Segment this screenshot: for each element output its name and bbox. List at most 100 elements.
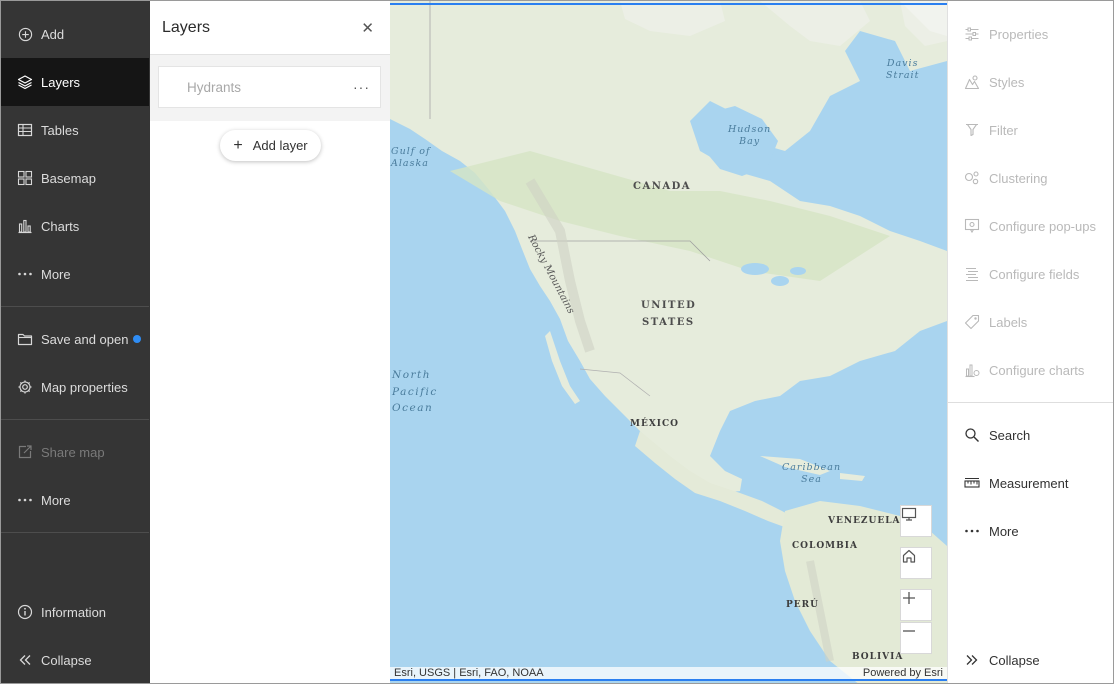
action-collapse[interactable]: Collapse <box>948 636 1113 683</box>
action-label: Styles <box>989 74 1025 90</box>
unsaved-indicator-badge <box>133 335 141 343</box>
ellipsis-icon <box>17 266 33 282</box>
action-more[interactable]: More <box>948 507 1113 555</box>
home-button[interactable] <box>900 547 932 579</box>
layers-panel-body <box>150 121 390 683</box>
nav-item-label: Collapse <box>41 652 92 668</box>
action-configure-popups[interactable]: Configure pop-ups <box>948 202 1113 250</box>
nav-item-more[interactable]: More <box>1 250 149 298</box>
attribution-sources[interactable]: Esri, USGS | Esri, FAO, NOAA <box>394 667 544 679</box>
nav-item-label: Map properties <box>41 379 128 395</box>
map-focus-border-bottom <box>390 679 947 681</box>
add-layer-button[interactable]: + Add layer <box>220 130 321 161</box>
action-label: More <box>989 523 1019 539</box>
clustering-icon <box>964 170 980 186</box>
map-label-north-pacific: North Pacific Ocean <box>392 367 438 417</box>
action-label: Properties <box>989 26 1049 42</box>
nav-item-basemap[interactable]: Basemap <box>1 154 149 202</box>
map-label-mexico: MÉXICO <box>630 419 680 429</box>
nav-item-label: More <box>41 492 71 508</box>
label-icon <box>964 314 980 330</box>
action-properties[interactable]: Properties <box>948 10 1113 58</box>
nav-item-information[interactable]: Information <box>1 588 149 636</box>
map-label-davis-line1: Davis <box>886 58 919 69</box>
ellipsis-icon <box>17 492 33 508</box>
action-filter[interactable]: Filter <box>948 106 1113 154</box>
sliders-icon <box>964 26 980 42</box>
app-window: Add Layers Tables Basemap Charts More Sa… <box>0 0 1114 684</box>
nav-divider <box>1 306 149 307</box>
nav-item-label: Charts <box>41 218 80 234</box>
nav-item-more-2[interactable]: More <box>1 476 149 524</box>
layer-list-item[interactable]: Hydrants ··· <box>158 66 381 108</box>
action-label: Clustering <box>989 170 1048 186</box>
map-label-us-line2: STATES <box>642 317 695 328</box>
action-label: Search <box>989 427 1031 443</box>
map-view[interactable]: CANADA UNITED STATES MÉXICO VENEZUELA CO… <box>390 1 947 683</box>
nav-item-charts[interactable]: Charts <box>1 202 149 250</box>
action-label: Configure charts <box>989 362 1085 378</box>
chevrons-left-icon <box>17 652 33 668</box>
nav-item-label: More <box>41 266 71 282</box>
close-icon[interactable]: ✕ <box>361 19 374 37</box>
action-configure-charts[interactable]: Configure charts <box>948 346 1113 394</box>
ellipsis-icon <box>964 523 980 539</box>
folder-icon <box>17 331 33 347</box>
nav-item-add[interactable]: Add <box>1 10 149 58</box>
share-icon <box>17 444 33 460</box>
nav-item-save-and-open[interactable]: Save and open <box>1 315 149 363</box>
basemap-icon <box>17 170 33 186</box>
nav-divider <box>1 419 149 420</box>
nav-item-collapse[interactable]: Collapse <box>1 636 149 683</box>
map-label-pacific-line2: Pacific <box>392 385 438 398</box>
action-styles[interactable]: Styles <box>948 58 1113 106</box>
action-label: Configure pop-ups <box>989 218 1096 234</box>
action-search[interactable]: Search <box>948 411 1113 459</box>
zoom-in-button[interactable] <box>900 589 932 621</box>
map-label-caribbean-line2: Sea <box>801 474 822 485</box>
action-measurement[interactable]: Measurement <box>948 459 1113 507</box>
nav-item-layers[interactable]: Layers <box>1 58 149 106</box>
action-clustering[interactable]: Clustering <box>948 154 1113 202</box>
plus-icon: + <box>233 136 243 154</box>
map-focus-border-top <box>390 3 947 5</box>
left-action-bar: Add Layers Tables Basemap Charts More Sa… <box>1 1 150 683</box>
nav-item-label: Basemap <box>41 170 96 186</box>
add-layer-label: Add layer <box>252 138 308 153</box>
panel-title: Layers <box>162 18 211 36</box>
map-label-colombia: COLOMBIA <box>792 541 858 551</box>
action-label: Measurement <box>989 475 1069 491</box>
ruler-icon <box>964 475 980 491</box>
table-icon <box>17 122 33 138</box>
attribution-powered-by[interactable]: Powered by Esri <box>863 667 943 679</box>
map-label-venezuela: VENEZUELA <box>828 516 901 526</box>
action-label: Filter <box>989 122 1018 138</box>
filter-icon <box>964 122 980 138</box>
right-action-bar: Properties Styles Filter Clustering Conf… <box>947 1 1113 683</box>
action-configure-fields[interactable]: Configure fields <box>948 250 1113 298</box>
search-icon <box>964 427 980 443</box>
nav-item-tables[interactable]: Tables <box>1 106 149 154</box>
nav-item-map-properties[interactable]: Map properties <box>1 363 149 411</box>
map-label-hudson-bay: Hudson Bay <box>728 124 771 148</box>
map-label-gulf-line2: Alaska <box>391 158 429 169</box>
map-label-davis-line2: Strait <box>886 70 920 81</box>
fullscreen-button[interactable] <box>900 505 932 537</box>
zoom-out-button[interactable] <box>900 622 932 654</box>
action-labels[interactable]: Labels <box>948 298 1113 346</box>
nav-item-label: Save and open <box>41 331 129 347</box>
map-label-gulf-of-alaska: Gulf of Alaska <box>391 146 431 170</box>
layer-name: Hydrants <box>187 79 242 95</box>
layers-panel-header: Layers ✕ <box>150 1 390 55</box>
nav-item-share-map[interactable]: Share map <box>1 428 149 476</box>
chevrons-right-icon <box>964 652 980 668</box>
map-label-bolivia: BOLIVIA <box>852 652 904 662</box>
nav-item-label: Layers <box>41 74 81 90</box>
styles-icon <box>964 74 980 90</box>
plus-circle-icon <box>17 26 33 42</box>
map-label-caribbean-line1: Caribbean <box>782 462 842 473</box>
layer-options-icon[interactable]: ··· <box>353 79 370 95</box>
map-label-gulf-line1: Gulf of <box>391 146 431 157</box>
chart-icon <box>17 218 33 234</box>
map-label-hudson-line1: Hudson <box>728 124 772 135</box>
